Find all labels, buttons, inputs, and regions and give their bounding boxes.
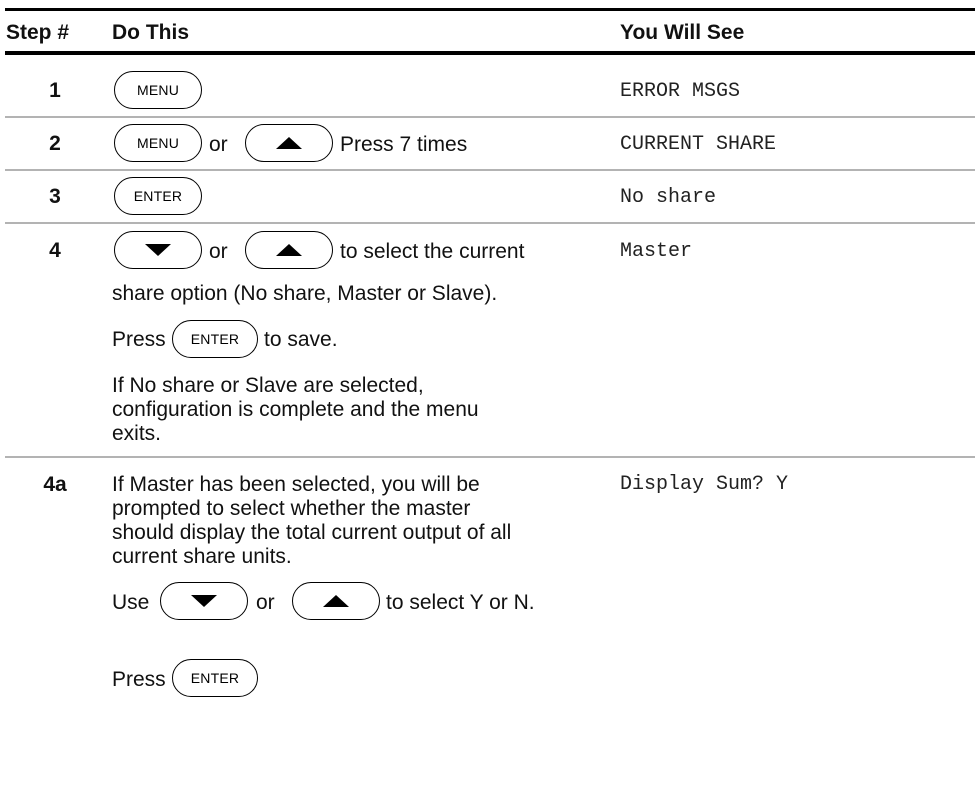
- up-arrow-icon: [276, 244, 302, 256]
- up-arrow-icon: [323, 595, 349, 607]
- enter-key[interactable]: ENTER: [114, 177, 202, 215]
- step-number: 2: [49, 132, 61, 155]
- master-text-line: current share units.: [112, 545, 292, 568]
- down-arrow-icon: [145, 244, 171, 256]
- menu-key[interactable]: MENU: [114, 124, 202, 162]
- master-text-line: prompted to select whether the master: [112, 497, 471, 520]
- share-option-text: share option (No share, Master or Slave)…: [112, 282, 498, 305]
- row-divider: [5, 116, 975, 118]
- press-text: Press: [112, 668, 166, 691]
- down-arrow-key[interactable]: [160, 582, 248, 620]
- display-text: No share: [620, 186, 717, 209]
- step-number: 4: [49, 239, 61, 262]
- enter-key[interactable]: ENTER: [172, 659, 258, 697]
- down-arrow-icon: [191, 595, 217, 607]
- row-divider: [5, 456, 975, 458]
- step-number: 3: [49, 185, 61, 208]
- up-arrow-key[interactable]: [245, 231, 333, 269]
- note-line: configuration is complete and the menu: [112, 398, 479, 421]
- display-text: Display Sum? Y: [620, 473, 789, 496]
- header-step: Step #: [6, 21, 70, 44]
- select-current-text: to select the current: [340, 240, 525, 263]
- enter-key-label: ENTER: [133, 188, 183, 204]
- note-line: If No share or Slave are selected,: [112, 374, 424, 397]
- step-number: 4a: [43, 473, 67, 496]
- use-text: Use: [112, 591, 150, 614]
- header-rule: [5, 51, 975, 55]
- master-text-line: should display the total current output …: [112, 521, 512, 544]
- step-number: 1: [49, 79, 61, 102]
- or-text: or: [209, 240, 228, 263]
- header-do-this: Do This: [112, 21, 189, 44]
- enter-key-label: ENTER: [190, 331, 240, 347]
- or-text: or: [256, 591, 275, 614]
- up-arrow-key[interactable]: [245, 124, 333, 162]
- enter-key-label: ENTER: [190, 670, 240, 686]
- menu-key-label: MENU: [136, 82, 180, 98]
- menu-key[interactable]: MENU: [114, 71, 202, 109]
- enter-key[interactable]: ENTER: [172, 320, 258, 358]
- to-save-text: to save.: [264, 328, 338, 351]
- header-you-will-see: You Will See: [620, 21, 745, 44]
- press-text: Press: [112, 328, 166, 351]
- down-arrow-key[interactable]: [114, 231, 202, 269]
- up-arrow-icon: [276, 137, 302, 149]
- press-times-text: Press 7 times: [340, 133, 468, 156]
- menu-key-label: MENU: [136, 135, 180, 151]
- note-line: exits.: [112, 422, 162, 445]
- row-divider: [5, 222, 975, 224]
- table-top-rule: [5, 8, 975, 11]
- display-text: ERROR MSGS: [620, 80, 741, 103]
- master-text-line: If Master has been selected, you will be: [112, 473, 480, 496]
- row-divider: [5, 169, 975, 171]
- display-text: CURRENT SHARE: [620, 133, 777, 156]
- or-text: or: [209, 133, 228, 156]
- display-text: Master: [620, 240, 693, 263]
- select-yn-text: to select Y or N.: [386, 591, 535, 614]
- up-arrow-key[interactable]: [292, 582, 380, 620]
